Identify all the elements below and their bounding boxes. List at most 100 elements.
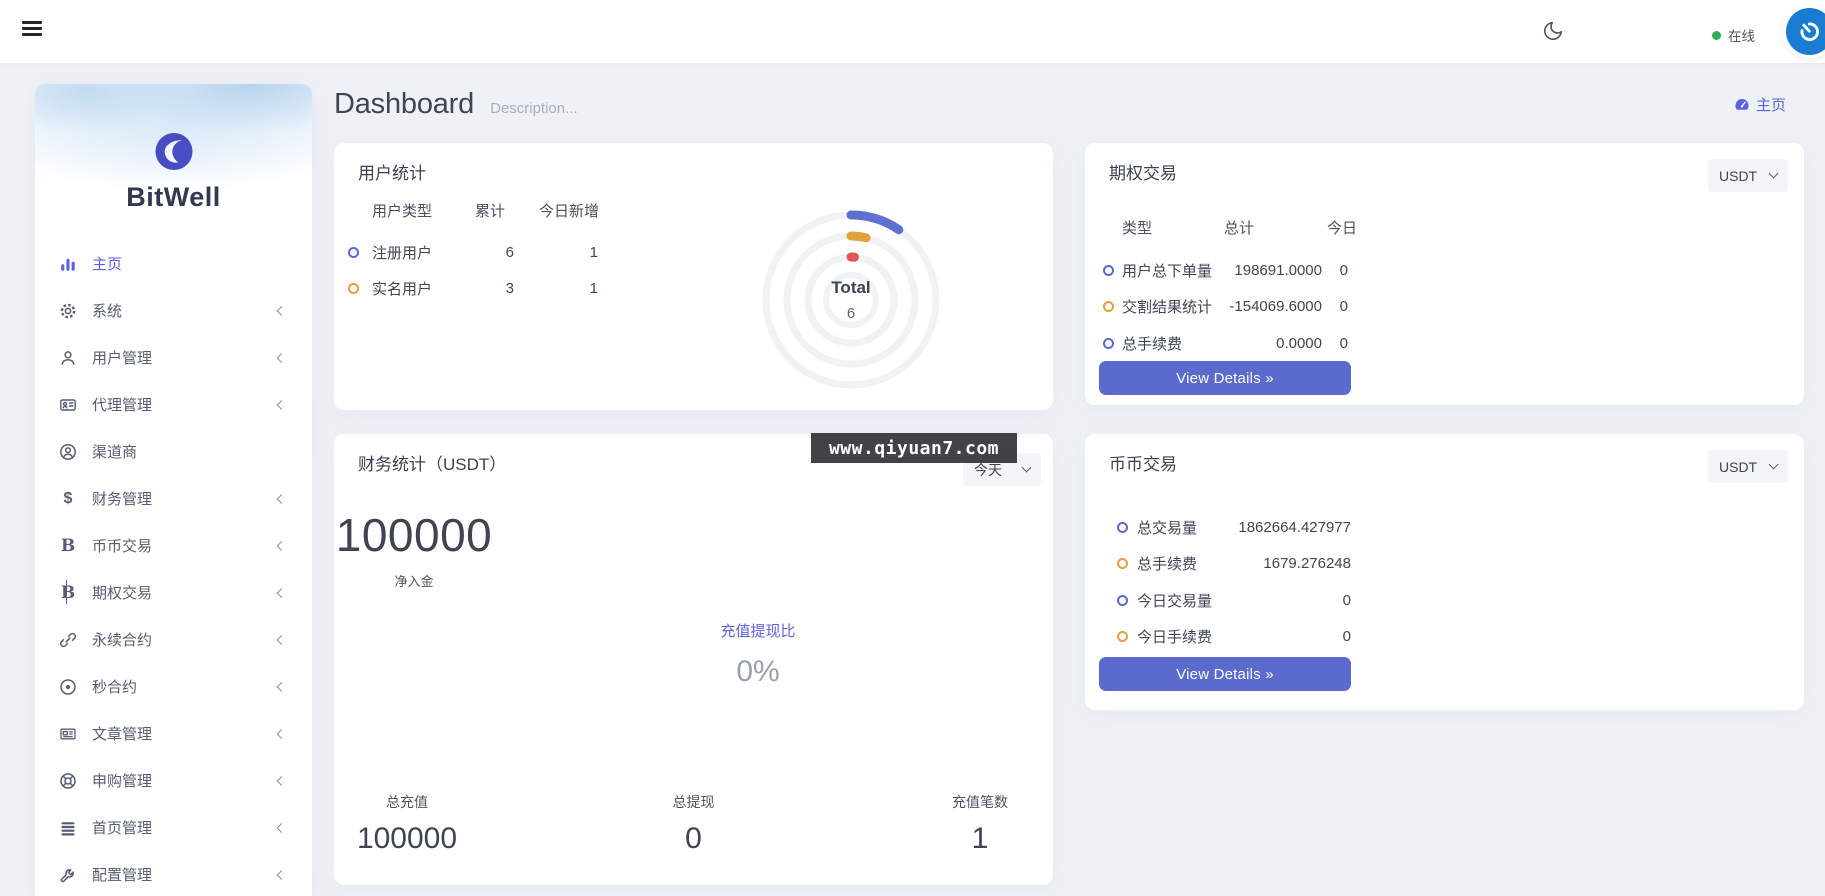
row-label: 总手续费 <box>1122 333 1222 354</box>
link-icon <box>57 630 79 650</box>
page-title: Dashboard <box>334 88 474 121</box>
page-subtitle: Description... <box>490 100 578 117</box>
chevron-left-icon <box>277 635 287 645</box>
net-deposit-value: 100000 <box>334 508 494 562</box>
bullet-icon <box>1117 631 1128 642</box>
bullet-icon <box>1103 301 1114 312</box>
row-total: -154069.6000 <box>1222 298 1322 315</box>
user-stats-header-2: 今日新增 <box>539 200 599 221</box>
sidebar-item-label: 申购管理 <box>92 770 152 791</box>
user-avatar[interactable] <box>1786 8 1825 55</box>
sidebar-item-user[interactable]: 用户管理 <box>35 334 312 381</box>
row-value: 1862664.427977 <box>1201 519 1351 536</box>
row-total: 3 <box>476 280 514 297</box>
sidebar-item-newspaper[interactable]: 文章管理 <box>35 710 312 757</box>
b-serif-icon: B <box>57 536 79 556</box>
sidebar-item-label: 文章管理 <box>92 723 152 744</box>
sidebar-item-bar-chart[interactable]: 主页 <box>35 240 312 287</box>
row-today: 1 <box>514 280 598 297</box>
sidebar-item-label: 财务管理 <box>92 488 152 509</box>
sidebar-item-id-card[interactable]: 代理管理 <box>35 381 312 428</box>
chevron-left-icon <box>277 588 287 598</box>
stat-label: 总充值 <box>352 792 462 812</box>
options-view-details-button[interactable]: View Details » <box>1099 361 1351 395</box>
options-table: 用户总下单量198691.00000交割结果统计-154069.60000总手续… <box>1085 252 1804 362</box>
row-value: 0 <box>1201 628 1351 645</box>
row-label: 总交易量 <box>1137 517 1201 538</box>
user-stats-radial-chart: Total 6 <box>736 185 966 410</box>
options-trading-card: 期权交易 USDT 类型总计今日 用户总下单量198691.00000 交割结果统… <box>1085 143 1804 405</box>
life-ring-icon <box>57 771 79 791</box>
sidebar-item-label: 永续合约 <box>92 629 152 650</box>
sidebar-item-lines[interactable]: 首页管理 <box>35 804 312 851</box>
sidebar-item-link[interactable]: 永续合约 <box>35 616 312 663</box>
ratio-value: 0% <box>618 655 898 689</box>
spot-title: 币币交易 <box>1109 450 1177 475</box>
hamburger-menu-icon[interactable] <box>22 21 42 36</box>
options-table-header: 类型总计今日 <box>1085 217 1804 238</box>
row-label: 实名用户 <box>372 278 476 299</box>
row-label: 今日交易量 <box>1137 590 1201 611</box>
chevron-left-icon <box>277 306 287 316</box>
bullet-icon <box>1117 522 1128 533</box>
sidebar-item-circle-dot[interactable]: 秒合约 <box>35 663 312 710</box>
baht-icon: B <box>57 583 79 603</box>
table-row: 今日手续费0 <box>1085 619 1804 656</box>
sidebar-item-gear[interactable]: 系统 <box>35 287 312 334</box>
row-total: 0.0000 <box>1222 335 1322 352</box>
chevron-left-icon <box>277 682 287 692</box>
user-stats-card: 用户统计 用户类型累计今日新增 注册用户61实名用户31 Total 6 <box>334 143 1053 410</box>
user-stats-title: 用户统计 <box>358 159 426 184</box>
spot-trading-card: 币币交易 USDT 总交易量1862664.427977总手续费1679.276… <box>1085 434 1804 710</box>
finance-stat-总充值: 总充值100000 <box>352 792 462 856</box>
row-total: 198691.0000 <box>1222 262 1322 279</box>
chevron-down-icon <box>1769 169 1779 179</box>
brand-name: BitWell <box>35 182 312 213</box>
bar-chart-icon <box>57 254 79 274</box>
circle-dot-icon <box>57 677 79 697</box>
dark-mode-moon-icon[interactable] <box>1538 16 1568 46</box>
spot-table: 总交易量1862664.427977总手续费1679.276248今日交易量0今… <box>1085 509 1804 655</box>
sidebar-item-life-ring[interactable]: 申购管理 <box>35 757 312 804</box>
stat-value: 1 <box>925 822 1035 856</box>
sidebar-item-baht[interactable]: B期权交易 <box>35 569 312 616</box>
spot-currency-value: USDT <box>1719 459 1757 475</box>
sidebar-item-b-serif[interactable]: B 币币交易 <box>35 522 312 569</box>
row-label: 用户总下单量 <box>1122 260 1222 281</box>
dollar-icon: $ <box>57 489 79 509</box>
page-header: Dashboard Description... <box>334 88 578 121</box>
chevron-down-icon <box>1022 463 1032 473</box>
spot-view-details-button[interactable]: View Details » <box>1099 657 1351 691</box>
finance-stat-充值笔数: 充值笔数1 <box>925 792 1035 856</box>
table-row: 今日交易量0 <box>1085 582 1804 619</box>
sidebar: BitWell 主页系统用户管理代理管理渠道商 $ 财务管理 B 币币交易 B期权交易永续… <box>35 84 312 896</box>
table-row: 用户总下单量198691.00000 <box>1085 252 1804 289</box>
sidebar-item-dollar[interactable]: $ 财务管理 <box>35 475 312 522</box>
lines-icon <box>57 818 79 838</box>
sidebar-item-label: 币币交易 <box>92 535 152 556</box>
online-dot-icon <box>1712 31 1721 40</box>
breadcrumb-home-link[interactable]: 主页 <box>1734 94 1786 115</box>
row-label: 今日手续费 <box>1137 626 1201 647</box>
bullet-icon <box>1103 265 1114 276</box>
options-title: 期权交易 <box>1109 159 1177 184</box>
topbar: 在线 <box>0 0 1825 64</box>
options-header-0: 类型 <box>1122 217 1224 238</box>
row-today: 1 <box>514 244 598 261</box>
sidebar-item-label: 用户管理 <box>92 347 152 368</box>
bullet-icon <box>1117 558 1128 569</box>
spot-currency-select[interactable]: USDT <box>1708 450 1788 483</box>
sidebar-item-user-circle[interactable]: 渠道商 <box>35 428 312 475</box>
sidebar-item-label: 系统 <box>92 300 122 321</box>
user-icon <box>57 348 79 368</box>
row-label: 交割结果统计 <box>1122 296 1222 317</box>
sidebar-item-wrench[interactable]: 配置管理 <box>35 851 312 896</box>
watermark: www.qiyuan7.com <box>811 433 1017 463</box>
table-row: 总手续费0.00000 <box>1085 325 1804 362</box>
bullet-icon <box>1103 338 1114 349</box>
chevron-left-icon <box>277 776 287 786</box>
sidebar-item-label: 主页 <box>92 253 122 274</box>
row-value: 1679.276248 <box>1201 555 1351 572</box>
options-currency-select[interactable]: USDT <box>1708 159 1788 192</box>
row-label: 总手续费 <box>1137 553 1201 574</box>
